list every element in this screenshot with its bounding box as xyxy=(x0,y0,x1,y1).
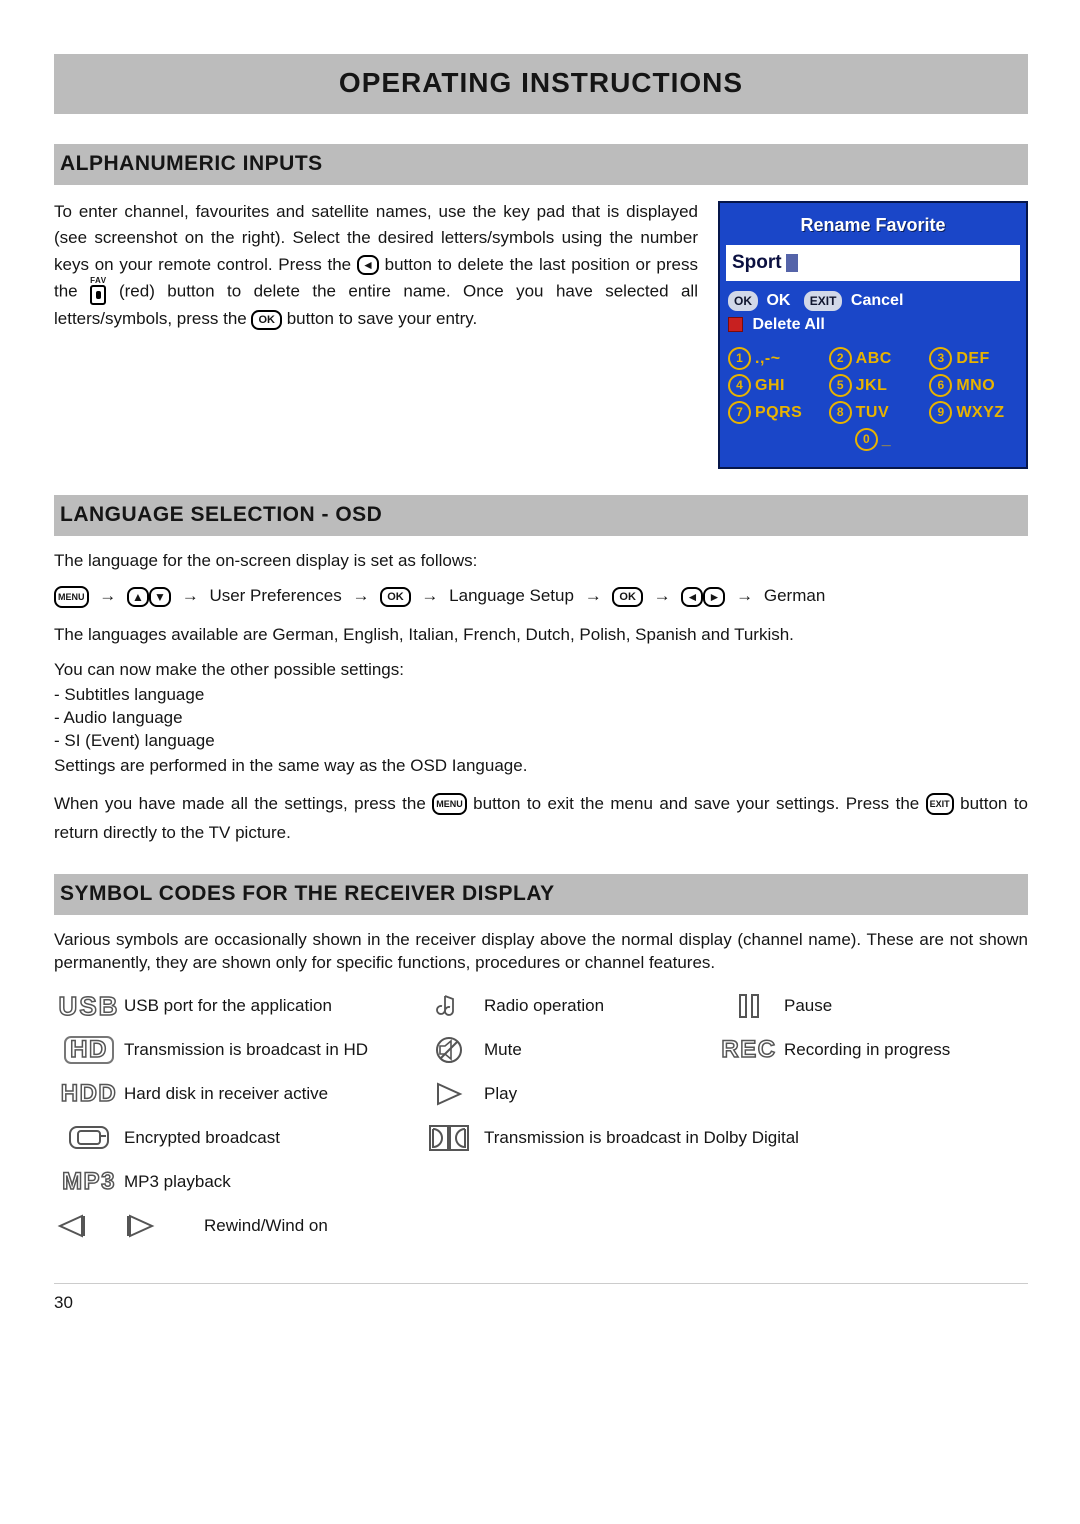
menu-button: MENU xyxy=(432,793,467,815)
keypad-2[interactable]: 2ABC xyxy=(829,347,918,370)
hd-icon: HD xyxy=(54,1033,124,1067)
lang-settings-intro: You can now make the other possible sett… xyxy=(54,659,1028,682)
mute-desc: Mute xyxy=(484,1039,714,1062)
symbols-intro: Various symbols are occasionally shown i… xyxy=(54,929,1028,975)
keypad-3[interactable]: 3DEF xyxy=(929,347,1018,370)
keypad-1[interactable]: 1.,-~ xyxy=(728,347,817,370)
down-arrow-button: ▼ xyxy=(149,587,171,607)
mp3-desc: MP3 playback xyxy=(124,1171,414,1194)
osd-keypad: 1.,-~ 2ABC 3DEF 4GHI 5JKL 6MNO 7PQRS 8TU… xyxy=(726,347,1020,451)
page-title: OPERATING INSTRUCTIONS xyxy=(54,54,1028,114)
exit-button: EXIT xyxy=(926,793,954,815)
pause-desc: Pause xyxy=(784,995,954,1018)
play-desc: Play xyxy=(484,1083,714,1106)
osd-text-input[interactable]: Sport xyxy=(726,245,1020,281)
keypad-6[interactable]: 6MNO xyxy=(929,374,1018,397)
lang-intro: The language for the on-screen display i… xyxy=(54,550,1028,573)
rewind-wind-icon: Rewind/Wind on xyxy=(54,1209,784,1243)
osd-action-ok[interactable]: OK OK EXIT Cancel xyxy=(728,289,1018,313)
keypad-8[interactable]: 8TUV xyxy=(829,401,918,424)
encrypted-icon xyxy=(54,1121,124,1155)
rec-desc: Recording in progress xyxy=(784,1039,954,1062)
lang-available: The languages available are German, Engl… xyxy=(54,624,1028,647)
lang-setting-si: - SI (Event) language xyxy=(54,730,1028,753)
section-heading-language: LANGUAGE SELECTION - OSD xyxy=(54,495,1028,536)
dolby-icon xyxy=(414,1121,484,1155)
keypad-5[interactable]: 5JKL xyxy=(829,374,918,397)
osd-action-delete-all[interactable]: Delete All xyxy=(728,313,1018,337)
osd-screenshot: Rename Favorite Sport OK OK EXIT Cancel … xyxy=(718,201,1028,469)
radio-icon xyxy=(414,989,484,1023)
ok-button: OK xyxy=(251,310,282,330)
alpha-text-d: button to save your entry. xyxy=(287,309,478,328)
osd-cancel-label: Cancel xyxy=(851,292,903,309)
hdd-icon: HDD xyxy=(54,1077,124,1111)
hd-desc: Transmission is broadcast in HD xyxy=(124,1039,414,1062)
fav-red-button: FAV xyxy=(90,277,106,305)
mp3-icon: MP3 xyxy=(54,1165,124,1199)
keypad-0[interactable]: 0_ xyxy=(829,428,918,451)
keypad-7[interactable]: 7PQRS xyxy=(728,401,817,424)
lang-exit: When you have made all the settings, pre… xyxy=(54,790,1028,848)
keypad-9[interactable]: 9WXYZ xyxy=(929,401,1018,424)
osd-title: Rename Favorite xyxy=(726,213,1020,237)
rewind-desc: Rewind/Wind on xyxy=(204,1215,328,1238)
usb-desc: USB port for the application xyxy=(124,995,414,1018)
lang-setting-subtitles: - Subtitles language xyxy=(54,684,1028,707)
ok-button: OK xyxy=(380,587,411,607)
dolby-desc: Transmission is broadcast in Dolby Digit… xyxy=(484,1127,954,1150)
menu-button: MENU xyxy=(54,586,89,608)
section-heading-alpha: ALPHANUMERIC INPUTS xyxy=(54,144,1028,185)
radio-desc: Radio operation xyxy=(484,995,714,1018)
left-arrow-button: ◄ xyxy=(357,255,379,275)
lang-setting-audio: - Audio Ianguage xyxy=(54,707,1028,730)
section-heading-symbols: SYMBOL CODES FOR THE RECEIVER DISPLAY xyxy=(54,874,1028,915)
page-number: 30 xyxy=(54,1283,1028,1315)
language-flow: MENU → ▲▼ → User Preferences → OK → Lang… xyxy=(54,585,1028,608)
symbol-table: USB USB port for the application Radio o… xyxy=(54,989,1028,1243)
mute-icon xyxy=(414,1033,484,1067)
flow-language-setup: Language Setup xyxy=(449,586,574,605)
flow-german: German xyxy=(764,586,825,605)
lang-settings-same: Settings are performed in the same way a… xyxy=(54,755,1028,778)
flow-user-preferences: User Preferences xyxy=(209,586,341,605)
usb-icon: USB xyxy=(54,989,124,1023)
alpha-body: To enter channel, favourites and satelli… xyxy=(54,199,698,332)
right-arrow-button: ► xyxy=(703,587,725,607)
osd-ok-label: OK xyxy=(766,292,790,309)
ok-button: OK xyxy=(612,587,643,607)
play-icon xyxy=(414,1077,484,1111)
encrypted-desc: Encrypted broadcast xyxy=(124,1127,414,1150)
rec-icon: REC xyxy=(714,1033,784,1067)
keypad-4[interactable]: 4GHI xyxy=(728,374,817,397)
hdd-desc: Hard disk in receiver active xyxy=(124,1083,414,1106)
left-arrow-button: ◄ xyxy=(681,587,703,607)
pause-icon xyxy=(714,989,784,1023)
up-arrow-button: ▲ xyxy=(127,587,149,607)
osd-input-value: Sport xyxy=(732,250,782,276)
